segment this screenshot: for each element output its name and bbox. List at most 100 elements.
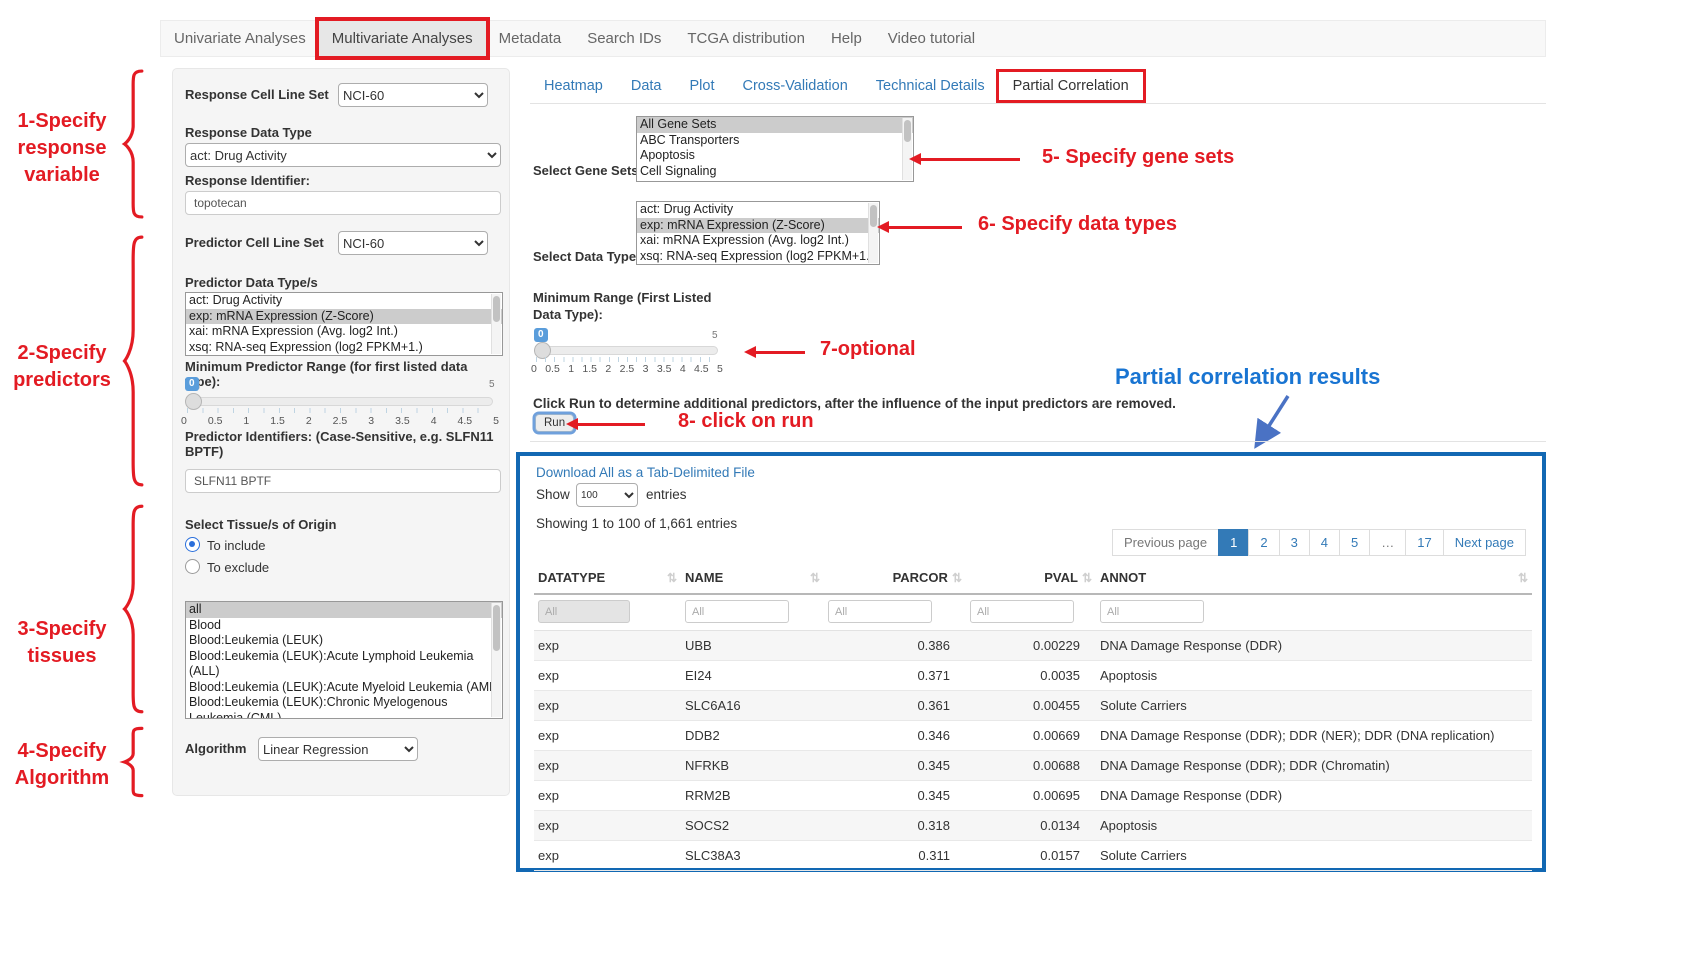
table-row[interactable]: exp SLC6A16 0.361 0.00455 Solute Carrier… <box>534 691 1532 721</box>
listbox-option[interactable]: Blood:Leukemia (LEUK) <box>186 633 502 649</box>
table-row[interactable]: exp DDB2 0.346 0.00669 DNA Damage Respon… <box>534 721 1532 751</box>
sort-icon[interactable]: ⇅ <box>1082 571 1092 585</box>
slider-max-label: 5 <box>489 379 495 390</box>
listbox-scrollbar[interactable] <box>491 294 501 354</box>
response-identifier-label: Response Identifier: <box>185 173 310 188</box>
listbox-option[interactable]: Blood <box>186 618 502 634</box>
slider-value-badge: 0 <box>534 328 548 342</box>
nav-tab-multivariate-analyses[interactable]: Multivariate Analyses <box>319 21 486 56</box>
algorithm-select[interactable]: Linear Regression <box>258 737 418 761</box>
gene-sets-label: Select Gene Sets <box>533 163 639 178</box>
min-range-label-line1: Minimum Range (First Listed <box>533 290 711 305</box>
pagination-page-2[interactable]: 2 <box>1248 529 1279 556</box>
nav-tab-video-tutorial[interactable]: Video tutorial <box>875 21 988 56</box>
table-filter-row <box>534 594 1532 631</box>
nav-tab-search-ids[interactable]: Search IDs <box>574 21 674 56</box>
pagination-page-17[interactable]: 17 <box>1405 529 1443 556</box>
slider-tick-labels: 00.511.522.533.544.55 <box>181 415 499 427</box>
slider-ticks <box>187 408 493 413</box>
listbox-option[interactable]: Blood:Leukemia (LEUK):Acute Lymphoid Leu… <box>186 649 502 680</box>
sort-icon[interactable]: ⇅ <box>810 571 820 585</box>
tab-cross-validation[interactable]: Cross-Validation <box>728 72 861 100</box>
pagination-page-3[interactable]: 3 <box>1279 529 1310 556</box>
column-header-name[interactable]: NAME⇅ <box>681 564 824 594</box>
nav-tab-help[interactable]: Help <box>818 21 875 56</box>
gene-sets-listbox: All Gene Sets ABC Transporters Apoptosis… <box>636 116 914 182</box>
column-header-datatype[interactable]: DATATYPE⇅ <box>534 564 681 594</box>
tissue-exclude-radio[interactable]: To exclude <box>185 559 269 577</box>
pagination-next[interactable]: Next page <box>1443 529 1526 556</box>
filter-annot-input[interactable] <box>1100 600 1204 623</box>
nav-tab-tcga-distribution[interactable]: TCGA distribution <box>674 21 818 56</box>
min-predictor-range-slider[interactable] <box>187 397 493 406</box>
tab-technical-details[interactable]: Technical Details <box>862 72 999 100</box>
slider-value-badge: 0 <box>185 377 199 391</box>
arrow-step5 <box>920 158 1020 161</box>
tissue-include-radio[interactable]: To include <box>185 537 266 555</box>
response-cell-line-select[interactable]: NCI-60 <box>338 83 488 107</box>
table-row[interactable]: exp RRM2B 0.345 0.00695 DNA Damage Respo… <box>534 781 1532 811</box>
response-data-type-select[interactable]: act: Drug Activity <box>185 143 501 167</box>
sort-icon[interactable]: ⇅ <box>667 571 677 585</box>
listbox-scrollbar[interactable] <box>868 203 878 263</box>
listbox-option[interactable]: ABC Transporters <box>637 133 913 149</box>
annotation-step4: 4-Specify Algorithm <box>8 738 116 792</box>
listbox-option[interactable]: Blood:Leukemia (LEUK):Chronic Myelogenou… <box>186 695 502 719</box>
listbox-scrollbar[interactable] <box>491 603 501 717</box>
annotation-results-title: Partial correlation results <box>1115 364 1380 390</box>
nav-tab-univariate-analyses[interactable]: Univariate Analyses <box>161 21 319 56</box>
filter-datatype-input[interactable] <box>538 600 630 623</box>
response-identifier-input[interactable] <box>185 191 501 215</box>
listbox-scrollbar[interactable] <box>902 118 912 180</box>
listbox-option[interactable]: act: Drug Activity <box>637 202 879 218</box>
radio-checked-icon[interactable] <box>185 537 200 552</box>
brace-step2 <box>118 232 144 490</box>
tab-partial-correlation[interactable]: Partial Correlation <box>999 72 1143 100</box>
radio-unchecked-icon[interactable] <box>185 559 200 574</box>
filter-pval-input[interactable] <box>970 600 1074 623</box>
pagination-page-5[interactable]: 5 <box>1339 529 1370 556</box>
filter-name-input[interactable] <box>685 600 789 623</box>
showing-entries-text: Showing 1 to 100 of 1,661 entries <box>536 516 737 531</box>
listbox-option[interactable]: Blood:Leukemia (LEUK):Acute Myeloid Leuk… <box>186 680 502 696</box>
filter-parcor-input[interactable] <box>828 600 932 623</box>
sort-icon[interactable]: ⇅ <box>952 571 962 585</box>
column-header-parcor[interactable]: PARCOR⇅ <box>824 564 966 594</box>
pagination-page-4[interactable]: 4 <box>1309 529 1340 556</box>
sort-icon[interactable]: ⇅ <box>1518 571 1528 585</box>
arrow-step8 <box>577 423 645 426</box>
min-range-slider[interactable] <box>536 346 718 355</box>
column-header-annot[interactable]: ANNOT⇅ <box>1096 564 1532 594</box>
brace-step3 <box>118 502 144 716</box>
download-all-link[interactable]: Download All as a Tab-Delimited File <box>536 465 755 480</box>
pagination: Previous page 1 2 3 4 5 … 17 Next page <box>1113 529 1526 556</box>
pagination-previous[interactable]: Previous page <box>1112 529 1219 556</box>
predictor-identifiers-input[interactable] <box>185 469 501 493</box>
listbox-option[interactable]: xsq: RNA-seq Expression (log2 FPKM+1.) <box>637 249 879 265</box>
listbox-option[interactable]: Cell Signaling <box>637 164 913 180</box>
listbox-option[interactable]: xsq: RNA-seq Expression (log2 FPKM+1.) <box>186 340 502 356</box>
table-row[interactable]: exp SLC38A3 0.311 0.0157 Solute Carriers <box>534 841 1532 871</box>
annotation-step6: 6- Specify data types <box>978 213 1177 236</box>
column-header-pval[interactable]: PVAL⇅ <box>966 564 1096 594</box>
table-row[interactable]: exp EI24 0.371 0.0035 Apoptosis <box>534 661 1532 691</box>
listbox-option[interactable]: act: Drug Activity <box>186 293 502 309</box>
pagination-page-1[interactable]: 1 <box>1218 529 1249 556</box>
listbox-option-selected[interactable]: exp: mRNA Expression (Z-Score) <box>186 309 502 325</box>
listbox-option[interactable]: Apoptosis <box>637 148 913 164</box>
listbox-option[interactable]: xai: mRNA Expression (Avg. log2 Int.) <box>637 233 879 249</box>
tab-plot[interactable]: Plot <box>675 72 728 100</box>
listbox-option[interactable]: xai: mRNA Expression (Avg. log2 Int.) <box>186 324 502 340</box>
listbox-option-selected[interactable]: All Gene Sets <box>637 117 913 133</box>
listbox-option-selected[interactable]: exp: mRNA Expression (Z-Score) <box>637 218 879 234</box>
table-row[interactable]: exp UBB 0.386 0.00229 DNA Damage Respons… <box>534 631 1532 661</box>
table-row[interactable]: exp NFRKB 0.345 0.00688 DNA Damage Respo… <box>534 751 1532 781</box>
tab-heatmap[interactable]: Heatmap <box>530 72 617 100</box>
listbox-option-selected[interactable]: all <box>186 602 502 618</box>
algorithm-label: Algorithm <box>185 741 246 756</box>
predictor-cell-line-select[interactable]: NCI-60 <box>338 231 488 255</box>
show-entries-select[interactable]: 100 <box>576 483 638 507</box>
nav-tab-metadata[interactable]: Metadata <box>486 21 575 56</box>
tab-data[interactable]: Data <box>617 72 676 100</box>
table-row[interactable]: exp SOCS2 0.318 0.0134 Apoptosis <box>534 811 1532 841</box>
